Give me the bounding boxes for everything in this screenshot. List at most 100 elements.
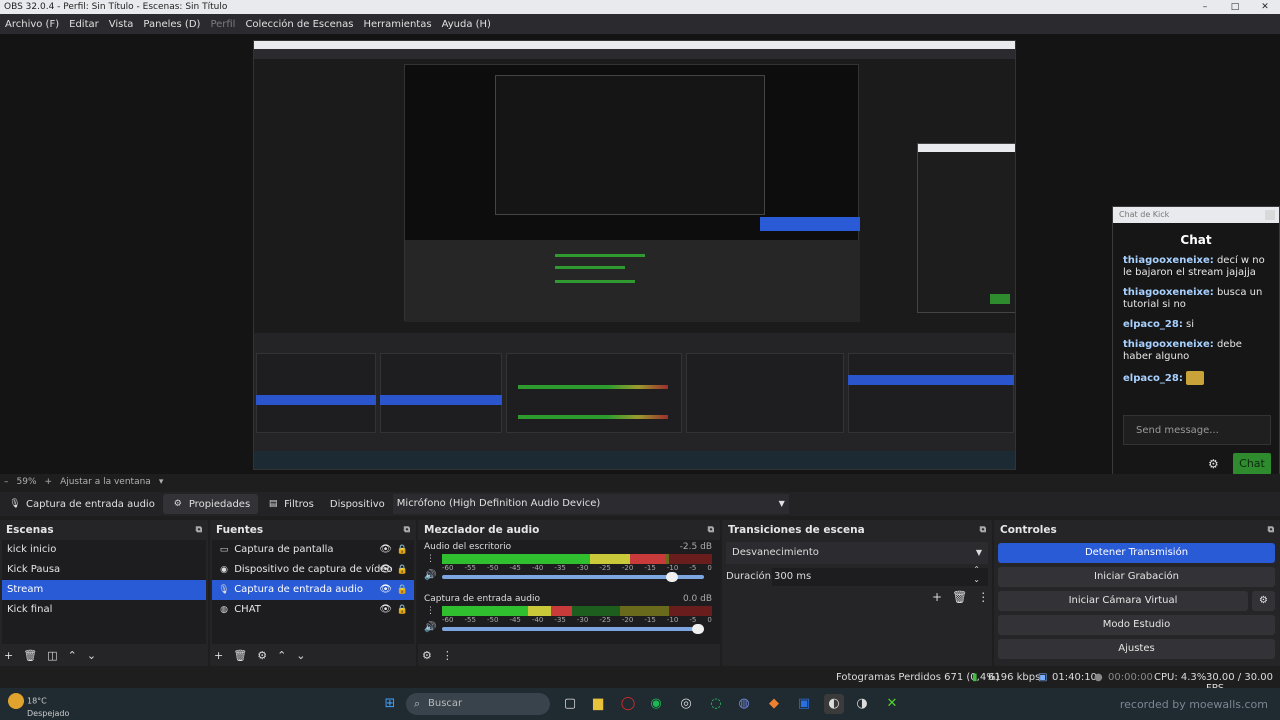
menu-coleccion-escenas[interactable]: Colección de Escenas — [240, 19, 358, 30]
chat-username[interactable]: thiagooxeneixe: — [1123, 255, 1214, 266]
stepper-icon[interactable]: ⌃ ⌄ — [973, 565, 980, 585]
lock-icon[interactable]: 🔒 — [397, 540, 408, 560]
undock-icon[interactable]: ⧉ — [196, 520, 202, 540]
duration-input[interactable]: 300 ms ⌃ ⌄ — [772, 565, 988, 586]
undock-icon[interactable]: ⧉ — [980, 520, 986, 540]
brave-icon[interactable]: ◆ — [764, 694, 784, 714]
channel-menu-icon[interactable]: ⋮ — [426, 606, 435, 616]
chat-username[interactable]: elpaco_28: — [1123, 319, 1183, 330]
chat-username[interactable]: thiagooxeneixe: — [1123, 287, 1214, 298]
undock-icon[interactable]: ⧉ — [708, 520, 714, 540]
scene-item-selected[interactable]: Stream — [2, 580, 206, 600]
volume-knob[interactable] — [692, 624, 704, 634]
speaker-icon[interactable]: 🔊 — [424, 570, 436, 581]
menu-ayuda[interactable]: Ayuda (H) — [437, 19, 496, 30]
mixer-menu-icon[interactable]: ⋮ — [442, 649, 453, 662]
filters-button[interactable]: ▤ Filtros — [258, 492, 322, 516]
scene-item[interactable]: Kick Pausa — [2, 560, 206, 580]
zoom-out-button[interactable]: – — [0, 477, 13, 487]
filter-icon[interactable]: ◫ — [47, 649, 57, 662]
source-item[interactable]: ▭ Captura de pantalla 👁 🔒 — [212, 540, 414, 560]
windows-start-icon[interactable]: ⊞ — [380, 694, 400, 714]
undock-icon[interactable]: ⧉ — [1268, 520, 1274, 540]
add-icon[interactable]: + — [932, 590, 942, 604]
store-icon[interactable]: ▣ — [794, 694, 814, 714]
visibility-eye-icon[interactable]: 👁 — [379, 600, 392, 620]
minimize-button[interactable]: – — [1190, 0, 1220, 14]
menu-vista[interactable]: Vista — [104, 19, 139, 30]
visibility-eye-icon[interactable]: 👁 — [379, 540, 392, 560]
trash-icon[interactable]: 🗑 — [952, 590, 967, 604]
advanced-audio-gear-icon[interactable]: ⚙ — [422, 649, 432, 662]
source-item[interactable]: ◍ CHAT 👁 🔒 — [212, 600, 414, 620]
source-item-selected[interactable]: 🎙 Captura de entrada audio 👁 🔒 — [212, 580, 414, 600]
studio-mode-button[interactable]: Modo Estudio — [998, 615, 1275, 635]
undock-icon[interactable]: ⧉ — [404, 520, 410, 540]
chat-send-button[interactable]: Chat — [1233, 453, 1271, 475]
volume-knob[interactable] — [665, 572, 678, 582]
preview-canvas[interactable]: Chat de Kick Chat thiagooxeneixe: decí w… — [0, 34, 1280, 484]
kick-icon[interactable]: ✕ — [882, 694, 902, 714]
chat-settings-gear-icon[interactable]: ⚙ — [1208, 457, 1219, 471]
file-explorer-icon[interactable]: ▆ — [588, 694, 608, 714]
add-icon[interactable]: + — [214, 649, 223, 662]
chat-username[interactable]: thiagooxeneixe: — [1123, 339, 1214, 350]
spotify-icon[interactable]: ◉ — [646, 694, 666, 714]
taskbar-search[interactable]: ⌕ Buscar — [406, 693, 550, 715]
trash-icon[interactable]: 🗑 — [23, 649, 37, 662]
properties-button[interactable]: ⚙ Propiedades — [162, 494, 259, 514]
channel-menu-icon[interactable]: ⋮ — [426, 554, 435, 564]
stop-streaming-button[interactable]: Detener Transmisión — [998, 543, 1275, 563]
steam-icon[interactable]: ◎ — [676, 694, 696, 714]
meter-tick-label: -30 — [576, 564, 589, 572]
zoom-bar: – 59% + Ajustar a la ventana ▾ — [0, 474, 1280, 490]
discord-icon[interactable]: ◍ — [734, 694, 754, 714]
menu-archivo[interactable]: Archivo (F) — [0, 19, 64, 30]
chat-close-icon[interactable] — [1265, 210, 1275, 220]
fit-to-window-dropdown[interactable]: Ajustar a la ventana — [56, 477, 155, 487]
menu-herramientas[interactable]: Herramientas — [358, 19, 436, 30]
weather-widget[interactable]: 18°C Despejado — [8, 693, 69, 718]
speaker-icon[interactable]: 🔊 — [424, 622, 436, 633]
add-icon[interactable]: + — [4, 649, 13, 662]
device-select[interactable]: Micrófono (High Definition Audio Device)… — [392, 494, 789, 514]
scene-item[interactable]: Kick final — [2, 600, 206, 620]
controls-dock: Controles ⧉ Detener Transmisión Iniciar G… — [994, 520, 1280, 666]
menu-perfil[interactable]: Perfil — [205, 19, 240, 30]
visibility-eye-icon[interactable]: 👁 — [379, 560, 392, 580]
app-icon[interactable]: ◑ — [852, 694, 872, 714]
move-up-icon[interactable]: ⌃ — [68, 649, 77, 662]
obs-icon[interactable]: ◐ — [824, 694, 844, 714]
lock-icon[interactable]: 🔒 — [397, 580, 408, 600]
chevron-down-icon: ▼ — [778, 499, 785, 508]
move-down-icon[interactable]: ⌄ — [296, 649, 305, 662]
menu-paneles[interactable]: Paneles (D) — [138, 19, 205, 30]
visibility-eye-icon[interactable]: 👁 — [379, 580, 392, 600]
lock-icon[interactable]: 🔒 — [397, 560, 408, 580]
transition-select[interactable]: Desvanecimiento ▼ — [726, 542, 988, 564]
start-recording-button[interactable]: Iniciar Grabación — [998, 567, 1275, 587]
volume-slider[interactable] — [442, 572, 704, 582]
scene-item[interactable]: kick inicio — [2, 540, 206, 560]
chat-username[interactable]: elpaco_28: — [1123, 373, 1183, 384]
transition-menu-icon[interactable]: ⋮ — [977, 590, 989, 604]
virtual-camera-gear-icon[interactable]: ⚙ — [1252, 591, 1275, 611]
source-item[interactable]: ◉ Dispositivo de captura de vídeo 👁 🔒 — [212, 560, 414, 580]
lock-icon[interactable]: 🔒 — [397, 600, 408, 620]
gear-icon[interactable]: ⚙ — [257, 649, 267, 662]
menu-editar[interactable]: Editar — [64, 19, 104, 30]
send-message-input[interactable]: Send message... — [1123, 415, 1271, 445]
settings-button[interactable]: Ajustes — [998, 639, 1275, 659]
opera-icon[interactable]: ◯ — [618, 694, 638, 714]
move-down-icon[interactable]: ⌄ — [87, 649, 96, 662]
zoom-in-button[interactable]: + — [41, 477, 57, 487]
whatsapp-icon[interactable]: ◌ — [706, 694, 726, 714]
volume-slider[interactable] — [442, 624, 704, 634]
close-button[interactable]: ✕ — [1250, 0, 1280, 14]
move-up-icon[interactable]: ⌃ — [277, 649, 286, 662]
trash-icon[interactable]: 🗑 — [233, 649, 247, 662]
maximize-button[interactable]: □ — [1220, 0, 1250, 14]
task-view-icon[interactable]: ▢ — [560, 694, 580, 714]
start-virtual-camera-button[interactable]: Iniciar Cámara Virtual — [998, 591, 1248, 611]
chevron-down-icon[interactable]: ▾ — [155, 477, 168, 487]
